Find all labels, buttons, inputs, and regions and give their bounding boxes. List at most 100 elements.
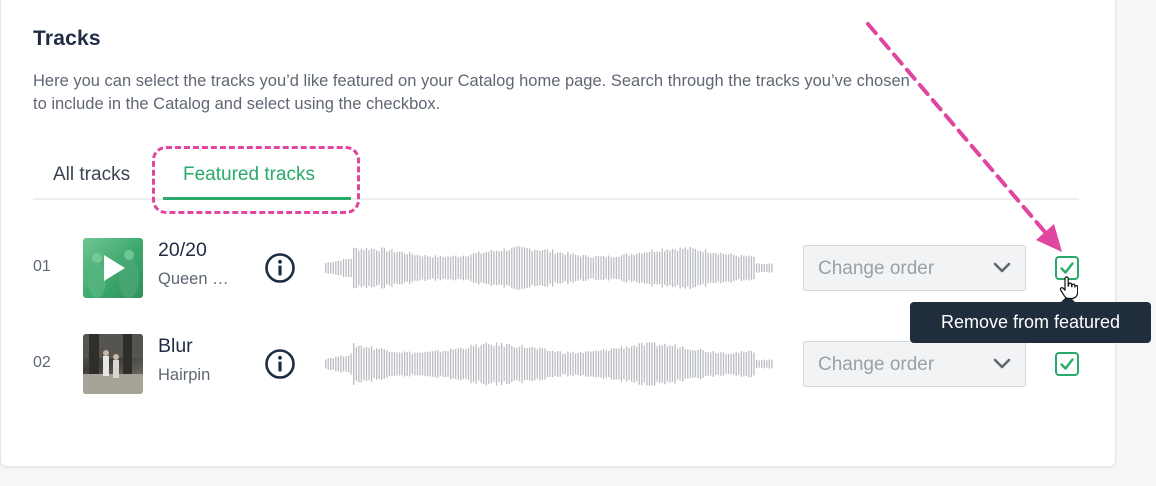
waveform-bar [549,251,551,285]
waveform-bar [699,348,702,380]
waveform-bar [350,353,352,375]
waveform-bar [618,257,620,279]
track-cover[interactable] [83,238,143,298]
waveform-bar [712,351,714,377]
waveform-bar [373,248,375,288]
waveform-bar [684,247,686,289]
waveform-bar [758,360,760,368]
waveform-bar [600,350,602,378]
waveform-bar [722,253,725,283]
featured-checkbox[interactable] [1055,352,1079,376]
waveform-bar [562,253,564,283]
waveform-bar [347,355,350,373]
waveform-bar [376,250,378,286]
waveform-bar [332,358,334,370]
waveform-bar [531,347,533,381]
waveform-bar [518,246,521,290]
waveform-bar [470,254,472,282]
waveform-bar [735,352,737,376]
waveform-bar [572,253,574,283]
change-order-select[interactable]: Change order [803,341,1026,387]
waveform-bar [608,350,610,378]
waveform-bar [636,253,638,283]
waveform-bar [733,255,735,281]
waveform-bar [554,352,556,376]
waveform-bar [763,263,765,273]
waveform-bar [674,344,676,384]
tab-all-tracks[interactable]: All tracks [53,164,130,186]
waveform-bar [557,252,559,284]
waveform-bar [641,342,643,386]
waveform-bar [539,250,541,286]
waveform-bar [490,249,493,287]
waveform-bar [495,250,498,286]
waveform-bar [529,347,531,381]
waveform-bar [516,347,518,381]
change-order-select[interactable]: Change order [803,245,1026,291]
waveform-bar [631,346,633,382]
waveform[interactable] [325,245,775,291]
waveform-bar [523,247,526,289]
waveform-bar [656,251,658,285]
info-icon[interactable] [264,252,296,284]
waveform-bar [353,247,355,289]
waveform-bar [771,359,773,369]
waveform-bar [585,254,587,282]
waveform-bar [490,344,493,384]
waveform-bar [620,255,623,281]
waveform-bar [730,253,732,283]
waveform-bar [429,351,431,377]
waveform-bar [758,263,760,273]
waveform-bar [401,352,403,376]
waveform-bar [409,351,411,377]
waveform-bar [503,248,505,288]
track-title: Blur [158,335,193,357]
waveform-bar [337,260,340,276]
waveform-bar [404,351,406,377]
waveform-bar [710,352,712,376]
waveform-bar [602,349,605,379]
waveform-bar [455,255,457,281]
waveform-bar [636,346,638,382]
waveform-bar [748,350,750,378]
waveform-bar [531,251,533,285]
waveform-bar [447,351,449,377]
waveform-bar [526,348,528,380]
waveform-bar [697,350,699,378]
track-cover[interactable] [83,334,143,394]
tab-featured-tracks[interactable]: Featured tracks [183,164,315,186]
waveform-bar [452,349,454,379]
waveform-bar [763,359,765,369]
change-order-placeholder: Change order [818,258,935,279]
waveform-bar [707,252,709,284]
info-icon[interactable] [264,348,296,380]
waveform-bar [475,344,477,384]
track-artist: Queen … [158,270,229,288]
waveform-bar [498,251,500,285]
waveform-bar [546,249,549,287]
waveform-bar [557,351,559,377]
waveform-bar [597,256,600,280]
waveform-bar [434,255,436,281]
waveform-bar [498,345,500,383]
waveform-bar [500,342,503,386]
waveform-bar [534,347,536,381]
waveform-bar [444,350,447,378]
waveform-bar [381,348,383,380]
waveform-bar [411,254,413,282]
waveform-bar [697,250,699,286]
waveform-bar [327,262,329,274]
waveform-bar [396,251,398,285]
waveform-bar [720,352,722,376]
waveform-bar [325,359,327,369]
waveform-bar [442,351,444,377]
waveform-bar [465,349,467,379]
waveform[interactable] [325,341,775,387]
waveform-bar [398,352,401,376]
waveform-bar [360,345,362,383]
waveform-bar [597,351,600,377]
waveform-bar [689,247,691,289]
waveform-bar [564,353,566,375]
waveform-bar [669,345,671,383]
waveform-bar [449,348,452,380]
